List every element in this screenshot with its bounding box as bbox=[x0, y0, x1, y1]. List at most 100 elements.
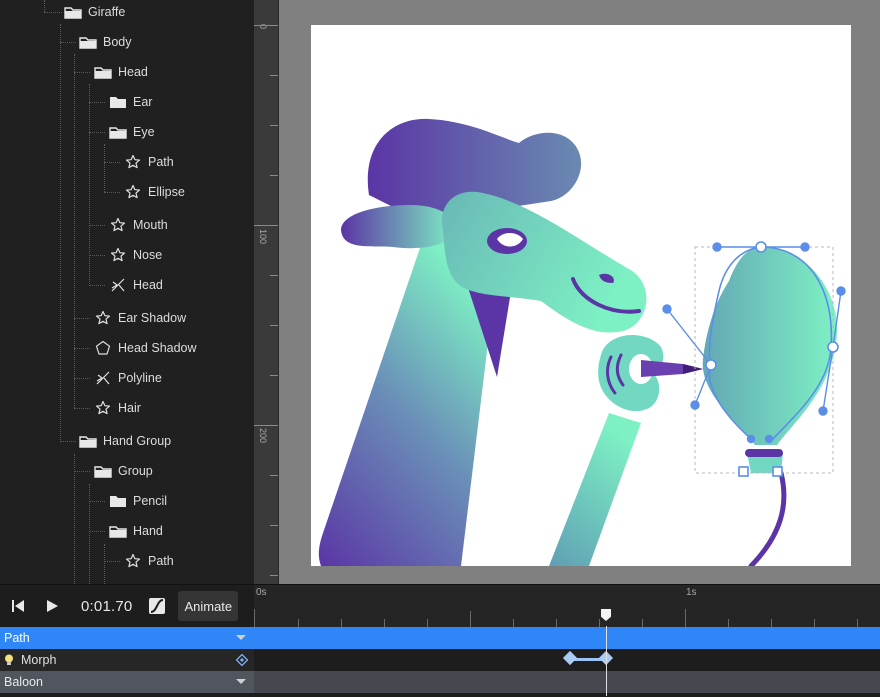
tree-item-label: Polyline bbox=[118, 371, 162, 385]
time-tick bbox=[599, 619, 600, 627]
tree-item-body[interactable]: Body bbox=[79, 30, 132, 54]
keyframe-diamond[interactable] bbox=[562, 650, 578, 666]
lightbulb-icon[interactable] bbox=[4, 654, 14, 666]
track-header: Path bbox=[0, 627, 254, 649]
tree-item-label: Nose bbox=[133, 248, 163, 262]
folder-icon bbox=[94, 463, 112, 479]
skip-to-start-button[interactable] bbox=[5, 593, 31, 619]
tree-item-eye-path[interactable]: Path bbox=[124, 150, 174, 174]
time-tick bbox=[513, 619, 514, 627]
tree-item-polyline[interactable]: Polyline bbox=[94, 366, 162, 390]
chevron-down-icon[interactable] bbox=[236, 679, 246, 684]
star-path-icon bbox=[109, 217, 127, 233]
time-ruler[interactable]: 0s 1s bbox=[254, 585, 880, 628]
tree-item-head-path[interactable]: Head bbox=[109, 273, 163, 297]
time-tick bbox=[814, 619, 815, 627]
tree-item-group[interactable]: Group bbox=[94, 459, 153, 483]
tree-guide bbox=[74, 348, 90, 349]
add-keyframe-icon[interactable] bbox=[235, 653, 249, 667]
skip-back-icon bbox=[12, 600, 24, 612]
tree-item-ear-shadow[interactable]: Ear Shadow bbox=[94, 306, 186, 330]
tree-item-label: Hand Group bbox=[103, 434, 172, 448]
track-lane[interactable] bbox=[254, 627, 880, 649]
tree-item-label: Hair bbox=[118, 401, 141, 415]
tree-guide bbox=[89, 225, 105, 226]
star-path-icon bbox=[109, 247, 127, 263]
tree-guide bbox=[74, 408, 90, 409]
star-path-icon bbox=[124, 154, 142, 170]
canvas-area[interactable] bbox=[279, 0, 880, 584]
tree-item-nose[interactable]: Nose bbox=[109, 243, 162, 267]
tree-item-ellipse[interactable]: Ellipse bbox=[124, 180, 185, 204]
tree-guide bbox=[74, 378, 90, 379]
play-button[interactable] bbox=[39, 593, 65, 619]
play-icon bbox=[47, 600, 58, 612]
track-morph[interactable]: Morph bbox=[0, 649, 880, 671]
tree-item-label: Body bbox=[103, 35, 132, 49]
tree-item-hair[interactable]: Hair bbox=[94, 396, 141, 420]
crossed-path-icon bbox=[94, 370, 112, 386]
animate-button[interactable]: Animate bbox=[178, 591, 239, 621]
tree-item-label: Ear bbox=[133, 95, 153, 109]
tree-item-ear[interactable]: Ear bbox=[109, 90, 152, 114]
track-baloon[interactable]: Baloon bbox=[0, 671, 880, 693]
chevron-down-icon[interactable] bbox=[236, 635, 246, 640]
tree-guide bbox=[74, 471, 90, 472]
tree-item-label: Group bbox=[118, 464, 153, 478]
arm-shape bbox=[549, 413, 641, 566]
folder-icon bbox=[79, 433, 97, 449]
tree-guide bbox=[89, 285, 105, 286]
tree-guide bbox=[89, 484, 90, 584]
time-label-0s: 0s bbox=[256, 587, 267, 598]
tree-item-hand-path[interactable]: Path bbox=[124, 549, 174, 573]
star-path-icon bbox=[94, 400, 112, 416]
easing-button[interactable] bbox=[144, 593, 170, 619]
easing-curve-icon bbox=[149, 598, 166, 614]
tree-guide bbox=[60, 441, 76, 442]
folder-icon bbox=[109, 94, 127, 110]
time-tick bbox=[341, 619, 342, 627]
tree-guide bbox=[74, 454, 75, 584]
tree-item-eye[interactable]: Eye bbox=[109, 120, 155, 144]
tree-item-label: Ear Shadow bbox=[118, 311, 187, 325]
tree-guide bbox=[44, 12, 62, 13]
track-path[interactable]: Path bbox=[0, 627, 880, 649]
tree-item-hand-group[interactable]: Hand Group bbox=[79, 429, 171, 453]
tree-item-giraffe[interactable]: Giraffe bbox=[64, 0, 125, 24]
ruler-tick bbox=[270, 175, 278, 176]
folder-icon bbox=[94, 64, 112, 80]
track-lane[interactable] bbox=[254, 649, 880, 671]
ear-shape bbox=[341, 205, 458, 249]
tree-item-head-group[interactable]: Head bbox=[94, 60, 148, 84]
tree-item-label: Head Shadow bbox=[118, 341, 197, 355]
tree-guide bbox=[60, 42, 76, 43]
playhead-line[interactable] bbox=[606, 626, 607, 696]
ruler-label: 100 bbox=[258, 229, 268, 245]
tree-guide bbox=[74, 72, 90, 73]
ruler-tick bbox=[270, 325, 278, 326]
tree-guide bbox=[104, 144, 105, 192]
artboard[interactable] bbox=[311, 25, 851, 566]
vertical-ruler[interactable]: 0 100 200 bbox=[254, 0, 279, 584]
track-lane[interactable] bbox=[254, 671, 880, 693]
tree-item-label: Path bbox=[148, 554, 174, 568]
time-tick bbox=[427, 619, 428, 627]
ruler-label: 200 bbox=[258, 428, 268, 444]
tree-item-pencil[interactable]: Pencil bbox=[109, 489, 167, 513]
folder-icon bbox=[79, 34, 97, 50]
time-tick bbox=[470, 611, 471, 627]
tree-item-hand[interactable]: Hand bbox=[109, 519, 163, 543]
time-tick bbox=[771, 619, 772, 627]
tree-item-label: Path bbox=[148, 155, 174, 169]
ruler-tick bbox=[270, 275, 278, 276]
tree-guide bbox=[104, 162, 120, 163]
tree-item-mouth[interactable]: Mouth bbox=[109, 213, 168, 237]
tree-guide bbox=[89, 531, 105, 532]
illustration bbox=[318, 118, 846, 566]
tree-item-label: Mouth bbox=[133, 218, 168, 232]
tree-item-head-shadow[interactable]: Head Shadow bbox=[94, 336, 197, 360]
track-label: Baloon bbox=[4, 675, 43, 689]
current-time[interactable]: 0:01.70 bbox=[81, 598, 132, 615]
time-tick bbox=[728, 619, 729, 627]
star-path-icon bbox=[94, 310, 112, 326]
